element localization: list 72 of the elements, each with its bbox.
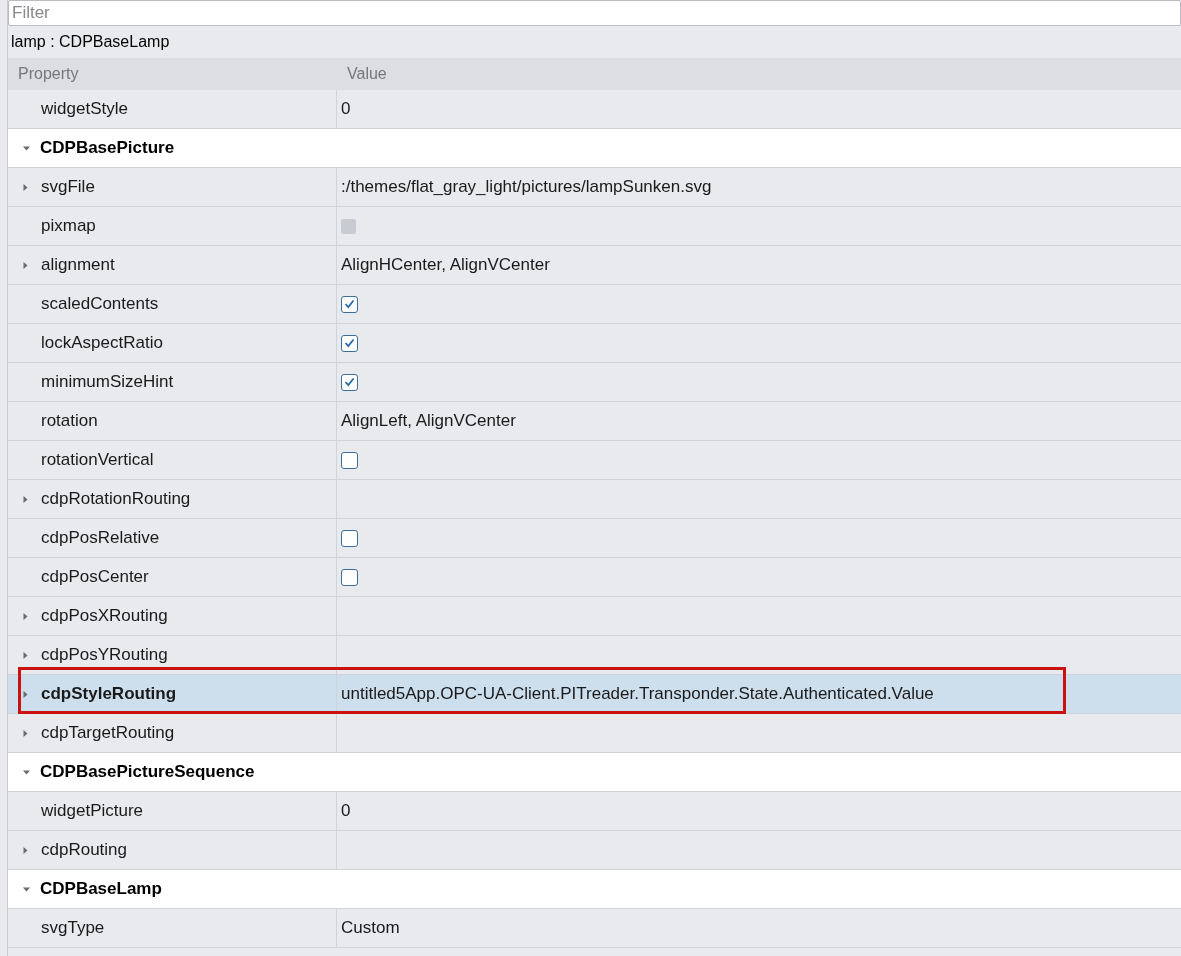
property-name: cdpRotationRouting xyxy=(41,488,191,511)
caret-down-icon[interactable] xyxy=(23,768,30,776)
group-name: CDPBasePictureSequence xyxy=(40,761,255,784)
group-row[interactable]: CDPBasePictureSequence xyxy=(8,753,1181,792)
group-row[interactable]: CDPBaseLamp xyxy=(8,870,1181,909)
property-row[interactable]: widgetPicture 0 xyxy=(8,792,1181,831)
caret-right-icon[interactable] xyxy=(22,690,29,698)
property-row[interactable]: alignment AlignHCenter, AlignVCenter xyxy=(8,246,1181,285)
caret-right-icon[interactable] xyxy=(22,183,29,191)
property-row[interactable]: cdpPosCenter xyxy=(8,558,1181,597)
property-row[interactable]: rotation AlignLeft, AlignVCenter xyxy=(8,402,1181,441)
property-value: :/themes/flat_gray_light/pictures/lampSunken.svg xyxy=(341,176,712,199)
property-row[interactable]: widgetStyle 0 xyxy=(8,90,1181,129)
filter-field[interactable]: Filter xyxy=(8,0,1181,26)
property-row[interactable]: rotationVertical xyxy=(8,441,1181,480)
property-name: cdpPosCenter xyxy=(41,566,149,589)
property-value: Custom xyxy=(341,917,400,940)
property-name: pixmap xyxy=(41,215,96,238)
property-value: 0 xyxy=(341,98,351,121)
checkbox[interactable] xyxy=(341,529,358,547)
property-name: rotation xyxy=(41,410,98,433)
property-row[interactable]: cdpRouting xyxy=(8,831,1181,870)
property-name: minimumSizeHint xyxy=(41,371,174,394)
property-name: lockAspectRatio xyxy=(41,332,163,355)
caret-right-icon[interactable] xyxy=(22,612,29,620)
caret-down-icon[interactable] xyxy=(23,885,30,893)
group-name: CDPBaseLamp xyxy=(40,878,162,901)
group-name: CDPBasePicture xyxy=(40,137,175,160)
property-row[interactable]: cdpPosRelative xyxy=(8,519,1181,558)
property-row[interactable]: cdpTargetRouting xyxy=(8,714,1181,753)
property-value: untitled5App.OPC-UA-Client.PITreader.Transponder.State.Authenticated.Value xyxy=(341,683,934,706)
property-row[interactable]: svgFile :/themes/flat_gray_light/pictures/lampSunken.svg xyxy=(8,168,1181,207)
property-name: scaledContents xyxy=(41,293,159,316)
property-value: AlignLeft, AlignVCenter xyxy=(341,410,516,433)
checkmark-icon xyxy=(344,338,355,348)
property-name: cdpPosYRouting xyxy=(41,644,168,667)
caret-right-icon[interactable] xyxy=(22,846,29,854)
property-name: cdpPosXRouting xyxy=(41,605,168,628)
caret-right-icon[interactable] xyxy=(22,651,29,659)
property-name: cdpStyleRouting xyxy=(41,683,177,706)
group-row[interactable]: CDPBasePicture xyxy=(8,129,1181,168)
checkmark-icon xyxy=(344,377,355,387)
property-row[interactable]: scaledContents xyxy=(8,285,1181,324)
property-row[interactable]: lockAspectRatio xyxy=(8,324,1181,363)
property-value: 0 xyxy=(341,800,351,823)
property-name: cdpTargetRouting xyxy=(41,722,175,745)
property-row[interactable]: cdpPosYRouting xyxy=(8,636,1181,675)
property-name: svgType xyxy=(41,917,105,940)
property-name: widgetStyle xyxy=(41,98,128,121)
property-name: cdpRouting xyxy=(41,839,127,862)
caret-right-icon[interactable] xyxy=(22,261,29,269)
property-row[interactable]: cdpPosXRouting xyxy=(8,597,1181,636)
object-label: lamp : CDPBaseLamp xyxy=(11,32,170,52)
property-name: rotationVertical xyxy=(41,449,154,472)
property-name: svgFile xyxy=(41,176,95,199)
property-row[interactable]: cdpRotationRouting xyxy=(8,480,1181,519)
property-row[interactable]: minimumSizeHint xyxy=(8,363,1181,402)
property-value: AlignHCenter, AlignVCenter xyxy=(341,254,550,277)
checkbox[interactable] xyxy=(341,334,358,352)
checkmark-icon xyxy=(344,299,355,309)
property-name: cdpPosRelative xyxy=(41,527,160,550)
checkbox[interactable] xyxy=(341,568,358,586)
checkbox[interactable] xyxy=(341,295,358,313)
property-name: alignment xyxy=(41,254,115,277)
checkbox[interactable] xyxy=(341,373,358,391)
property-row[interactable]: cdpStyleRouting untitled5App.OPC-UA-Client.PITreader.Transponder.State.Authenticated.Value xyxy=(8,675,1181,714)
caret-right-icon[interactable] xyxy=(22,495,29,503)
property-name: widgetPicture xyxy=(41,800,144,823)
property-row[interactable]: svgType Custom xyxy=(8,909,1181,948)
caret-right-icon[interactable] xyxy=(22,729,29,737)
caret-down-icon[interactable] xyxy=(23,144,30,152)
checkbox[interactable] xyxy=(341,451,358,469)
